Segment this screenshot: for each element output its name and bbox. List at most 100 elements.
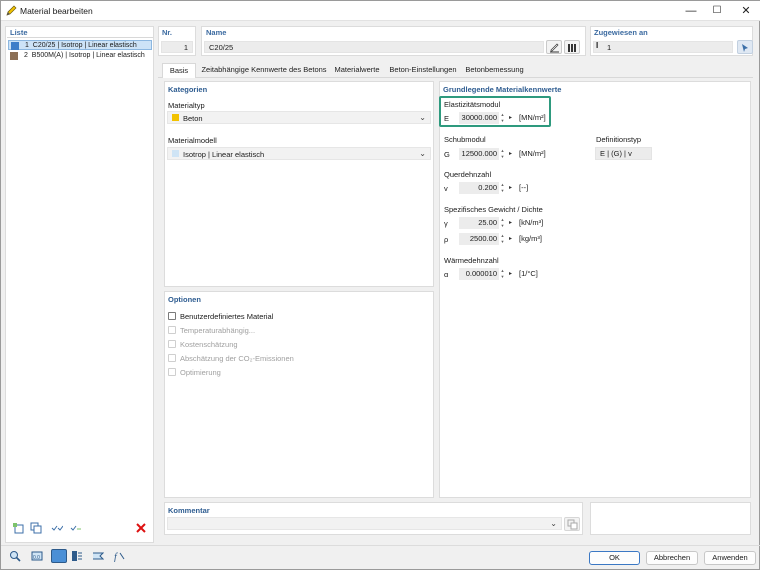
g-unit: [MN/m²] (519, 149, 546, 158)
elastic-modulus-label: Elastizitätsmodul (444, 100, 501, 109)
list-item-number: 1 (25, 42, 29, 49)
edit-name-icon[interactable] (546, 40, 562, 54)
check-all-icon[interactable] (49, 521, 65, 535)
material-type-value: Beton (183, 114, 203, 123)
list-item[interactable]: 2 B500M(A) | Isotrop | Linear elastisch (8, 51, 152, 61)
material-model-value: Isotrop | Linear elastisch (183, 150, 265, 159)
nu-menu-arrow[interactable]: ▸ (509, 182, 512, 194)
gamma-symbol: γ (444, 219, 448, 228)
g-field[interactable]: 12500.000 (459, 148, 499, 160)
e-field[interactable]: 30000.000 (459, 112, 499, 124)
co2-estimation-label: Abschätzung der CO₂-Emissionen (180, 354, 294, 363)
member-icon: I (596, 41, 599, 50)
svg-text:0.0: 0.0 (33, 555, 40, 561)
rho-field[interactable]: 2500.00 (459, 233, 499, 245)
maximize-button[interactable]: ☐ (705, 3, 729, 19)
definition-type-label: Definitionstyp (596, 135, 642, 144)
list-item[interactable]: 1 C20/25 | Isotrop | Linear elastisch (8, 40, 152, 50)
ok-button[interactable]: OK (589, 551, 640, 565)
rho-symbol: ρ (444, 235, 449, 244)
tab-basis[interactable]: Basis (162, 63, 196, 78)
e-spinner[interactable]: ▲ ▼ (500, 112, 505, 124)
co2-estimation-checkbox (168, 354, 176, 362)
thermal-expansion-label: Wärmedehnzahl (444, 256, 499, 265)
delete-icon[interactable] (133, 521, 149, 535)
tab-concrete-design[interactable]: Betonbemessung (463, 63, 526, 77)
e-symbol: E (444, 114, 450, 123)
alpha-unit: [1/°C] (519, 269, 538, 278)
tab-concrete-settings[interactable]: Beton-Einstellungen (386, 63, 460, 77)
app-icon (6, 5, 17, 16)
assigned-field[interactable]: 1 (593, 41, 733, 53)
shear-modulus-label: Schubmodul (444, 135, 486, 144)
svg-text:f: f (114, 552, 118, 562)
alpha-spinner[interactable]: ▲ ▼ (500, 268, 505, 280)
select-members-icon[interactable] (737, 40, 753, 54)
assigned-label: Zugewiesen an (594, 28, 648, 37)
cancel-button[interactable]: Abbrechen (646, 551, 698, 565)
material-type-dropdown[interactable]: Beton ⌄ (167, 111, 431, 124)
nu-field[interactable]: 0.200 (459, 182, 499, 194)
chevron-down-icon: ⌄ (419, 149, 426, 158)
nr-field[interactable]: 1 (161, 41, 193, 53)
new-material-icon[interactable] (10, 521, 26, 535)
options-title: Optionen (168, 295, 201, 304)
footer-divider (1, 545, 760, 546)
function-icon[interactable]: f (111, 549, 127, 563)
material-model-dropdown[interactable]: Isotrop | Linear elastisch ⌄ (167, 147, 431, 160)
gamma-menu-arrow[interactable]: ▸ (509, 217, 512, 229)
gamma-field[interactable]: 25.00 (459, 217, 499, 229)
nu-symbol: v (444, 184, 448, 193)
search-icon[interactable] (7, 549, 23, 563)
rho-unit: [kg/m³] (519, 234, 542, 243)
gamma-spinner[interactable]: ▲ ▼ (500, 217, 505, 229)
display-settings-icon[interactable] (69, 549, 85, 563)
nu-spinner[interactable]: ▲ ▼ (500, 182, 505, 194)
g-spinner[interactable]: ▲ ▼ (500, 148, 505, 160)
optimization-label: Optimierung (180, 368, 221, 377)
weight-density-label: Spezifisches Gewicht / Dichte (444, 205, 543, 214)
window-title: Material bearbeiten (20, 6, 93, 16)
title-bar: Material bearbeiten — ☐ ✕ (1, 1, 760, 21)
check-selected-icon[interactable] (68, 521, 84, 535)
close-button[interactable]: ✕ (734, 3, 758, 19)
temperature-dependent-checkbox (168, 326, 176, 334)
tab-time-dependent[interactable]: Zeitabhängige Kennwerte des Betons (200, 63, 328, 77)
g-menu-arrow[interactable]: ▸ (509, 148, 512, 160)
nr-label: Nr. (162, 28, 173, 37)
options-panel (164, 291, 434, 498)
custom-material-checkbox[interactable] (168, 312, 176, 320)
calculator-icon[interactable] (90, 549, 106, 563)
cost-estimation-label: Kostenschätzung (180, 340, 238, 349)
alpha-menu-arrow[interactable]: ▸ (509, 268, 512, 280)
rho-spinner[interactable]: ▲ ▼ (500, 233, 505, 245)
assigned-value: 1 (607, 43, 612, 52)
material-color-swatch (10, 52, 18, 60)
comment-field[interactable]: ⌄ (167, 517, 562, 530)
e-menu-arrow[interactable]: ▸ (509, 112, 512, 124)
name-field[interactable]: C20/25 (204, 41, 544, 53)
copy-material-icon[interactable] (28, 521, 44, 535)
library-icon[interactable] (564, 40, 580, 54)
nu-unit: [--] (519, 183, 529, 192)
rho-menu-arrow[interactable]: ▸ (509, 233, 512, 245)
material-list-panel (5, 26, 154, 543)
alpha-symbol: α (444, 270, 449, 279)
minimize-button[interactable]: — (679, 3, 703, 19)
tab-material-values[interactable]: Materialwerte (332, 63, 382, 77)
copy-comment-icon[interactable] (564, 517, 580, 531)
alpha-field[interactable]: 0.000010 (459, 268, 499, 280)
apply-button[interactable]: Anwenden (704, 551, 756, 565)
optimization-checkbox (168, 368, 176, 376)
gamma-unit: [kN/m³] (519, 218, 544, 227)
units-icon[interactable]: 0.0 (29, 549, 45, 563)
g-symbol: G (444, 150, 450, 159)
poisson-ratio-label: Querdehnzahl (444, 170, 492, 179)
material-model-label: Materialmodell (168, 136, 217, 145)
chevron-down-icon: ⌄ (419, 113, 426, 122)
properties-title: Grundlegende Materialkennwerte (443, 85, 562, 94)
color-icon[interactable] (51, 549, 67, 563)
definition-type-field: E | (G) | v (595, 147, 652, 160)
list-item-number: 2 (24, 52, 28, 59)
model-color-icon (172, 150, 179, 157)
